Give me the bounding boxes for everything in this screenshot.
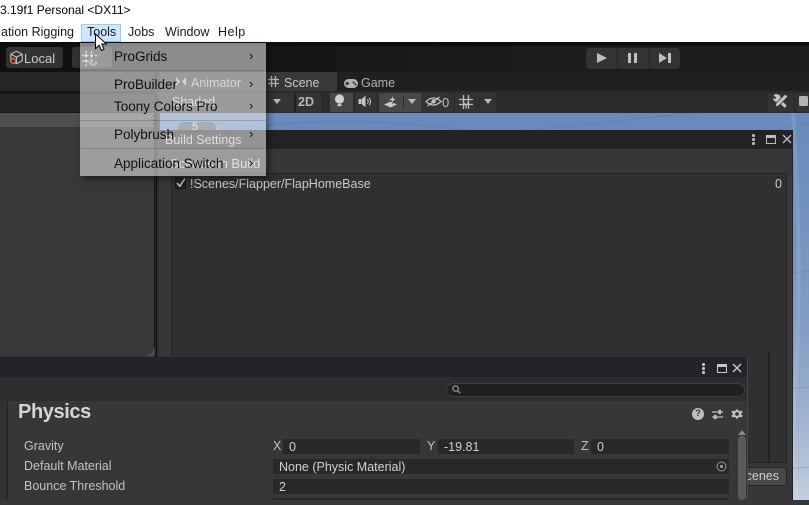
- svg-text:Y: Y: [463, 102, 469, 110]
